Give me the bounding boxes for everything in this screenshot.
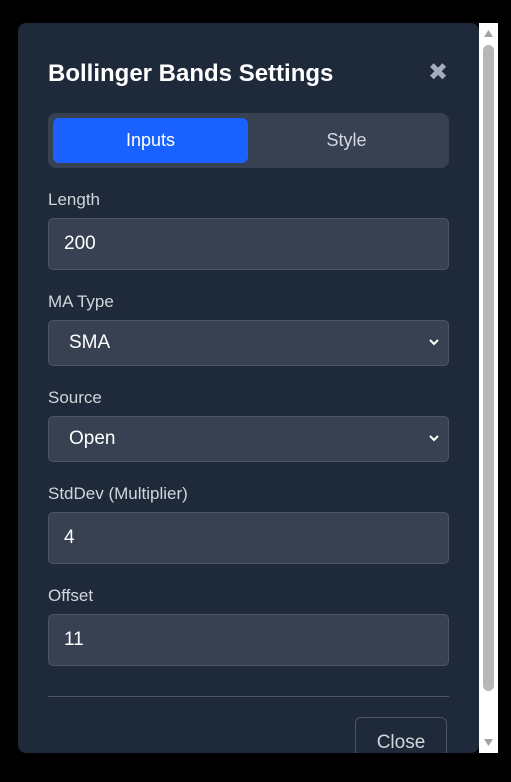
source-label: Source (48, 388, 102, 407)
scrollbar[interactable] (479, 23, 498, 753)
tab-style[interactable]: Style (249, 118, 444, 163)
dialog-title: Bollinger Bands Settings (48, 60, 334, 87)
source-value: Open (69, 428, 116, 449)
stddev-label: StdDev (Multiplier) (48, 484, 188, 503)
length-label: Length (48, 190, 100, 209)
ma-type-value: SMA (69, 332, 111, 353)
offset-label: Offset (48, 586, 94, 605)
scroll-up-arrow-icon[interactable] (483, 29, 494, 38)
settings-dialog: Bollinger Bands Settings ✖ Inputs Style … (18, 23, 479, 753)
tab-inputs[interactable]: Inputs (53, 118, 248, 163)
footer-divider (48, 696, 449, 697)
ma-type-label: MA Type (48, 292, 114, 311)
close-button[interactable]: Close (355, 717, 447, 753)
scroll-down-arrow-icon[interactable] (483, 738, 494, 747)
tab-bar: Inputs Style (48, 113, 449, 168)
chevron-down-icon (429, 339, 439, 346)
chevron-down-icon (429, 435, 439, 442)
offset-input[interactable]: 11 (48, 614, 449, 666)
stddev-input[interactable]: 4 (48, 512, 449, 564)
close-icon[interactable]: ✖ (427, 61, 449, 85)
dialog-header: Bollinger Bands Settings ✖ (48, 59, 449, 89)
scrollbar-thumb[interactable] (483, 45, 494, 691)
ma-type-select[interactable]: SMA (48, 320, 449, 366)
source-select[interactable]: Open (48, 416, 449, 462)
length-input[interactable]: 200 (48, 218, 449, 270)
